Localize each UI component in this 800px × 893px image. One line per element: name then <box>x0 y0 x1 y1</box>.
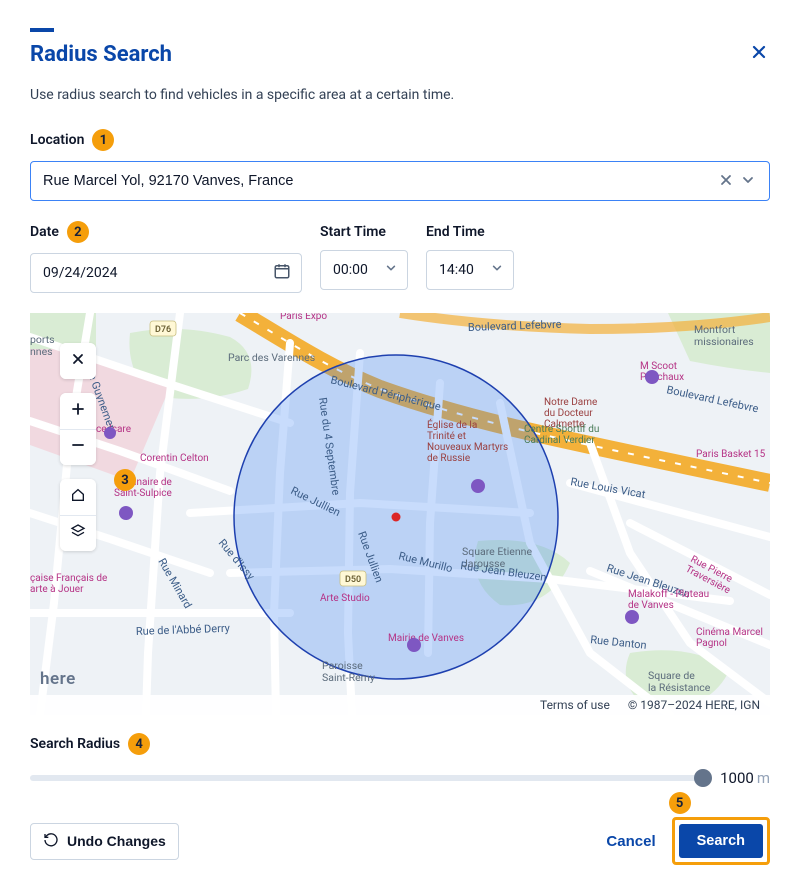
map-clear-button[interactable] <box>60 343 96 379</box>
cancel-button[interactable]: Cancel <box>606 833 655 850</box>
radius-value-display: 1000 m <box>720 769 770 787</box>
dialog-description: Use radius search to find vehicles in a … <box>30 87 770 103</box>
date-input[interactable]: 09/24/2024 <box>30 253 302 293</box>
map-attribution: Terms of use © 1987–2024 HERE, IGN <box>30 695 770 715</box>
zoom-in-button[interactable] <box>60 393 96 429</box>
shield-d76: D76 <box>155 325 171 335</box>
plus-icon <box>71 402 85 421</box>
refresh-icon <box>43 832 59 851</box>
start-time-value: 00:00 <box>333 262 368 278</box>
callout-badge-5: 5 <box>669 792 691 814</box>
end-time-select[interactable]: 14:40 <box>426 250 514 290</box>
search-button[interactable]: Search <box>679 824 763 858</box>
radius-label-row: Search Radius 4 <box>30 733 150 755</box>
callout-badge-1: 1 <box>92 129 114 151</box>
dialog-title: Radius Search <box>30 42 172 67</box>
calendar-icon <box>273 262 291 284</box>
radius-search-dialog: Radius Search Use radius search to find … <box>0 0 800 893</box>
x-icon <box>71 352 85 371</box>
poi-expo: Paris Expo <box>280 313 327 322</box>
accent-bar <box>30 28 54 32</box>
chevron-down-icon <box>741 173 755 190</box>
close-icon <box>752 43 766 63</box>
map-layers-button[interactable] <box>60 515 96 551</box>
chevron-down-icon <box>385 262 397 278</box>
chevron-down-icon <box>491 262 503 278</box>
location-dropdown-toggle[interactable] <box>737 169 759 194</box>
poi-varennes: Parc des Varennes <box>228 351 315 364</box>
poi-arte: Arte Studio <box>320 593 370 604</box>
map-canvas: D76 D50 Boulevard Périphérique Boulevard… <box>30 313 770 715</box>
radius-value: 1000 <box>720 769 754 787</box>
map-terms-link[interactable]: Terms of use <box>540 698 610 712</box>
start-time-select[interactable]: 00:00 <box>320 250 408 290</box>
radius-slider[interactable] <box>30 775 710 781</box>
map-provider-logo: here <box>40 669 76 689</box>
map-copyright: © 1987–2024 HERE, IGN <box>628 698 760 712</box>
map-home-button[interactable] <box>60 479 96 515</box>
home-icon <box>70 487 86 508</box>
location-label: Location <box>30 132 84 148</box>
shield-d50: D50 <box>345 575 361 585</box>
end-time-value: 14:40 <box>439 262 474 278</box>
date-label-row: Date 2 <box>30 221 89 243</box>
callout-badge-2: 2 <box>67 221 89 243</box>
radius-unit: m <box>757 769 770 787</box>
start-time-label: Start Time <box>320 224 386 240</box>
location-input-wrap[interactable] <box>30 161 770 201</box>
location-label-row: Location 1 <box>30 129 114 151</box>
callout-badge-3: 3 <box>114 469 136 491</box>
callout-badge-4: 4 <box>128 733 150 755</box>
poi-basket: Paris Basket 15 <box>696 449 766 460</box>
layers-icon <box>70 523 86 544</box>
slider-thumb[interactable] <box>694 769 712 787</box>
svg-text:portsnnes: portsnnes <box>30 333 55 358</box>
zoom-out-button[interactable] <box>60 429 96 465</box>
map-controls <box>60 343 96 551</box>
end-time-label: End Time <box>426 224 485 240</box>
location-input[interactable] <box>43 162 715 200</box>
poi-mairie: Mairie de Vanves <box>388 633 464 644</box>
x-icon <box>719 173 733 190</box>
poi-celton: Corentin Celton <box>140 453 209 464</box>
map[interactable]: D76 D50 Boulevard Périphérique Boulevard… <box>30 313 770 715</box>
close-button[interactable] <box>748 42 770 64</box>
date-value: 09/24/2024 <box>43 265 118 281</box>
svg-text:Centre Sportif duCardinal Verd: Centre Sportif duCardinal Verdier <box>524 423 599 446</box>
search-button-highlight: 5 Search <box>672 817 770 865</box>
date-label: Date <box>30 224 59 240</box>
radius-label: Search Radius <box>30 736 120 752</box>
minus-icon <box>71 438 85 457</box>
clear-location-button[interactable] <box>715 169 737 194</box>
undo-label: Undo Changes <box>67 833 166 849</box>
